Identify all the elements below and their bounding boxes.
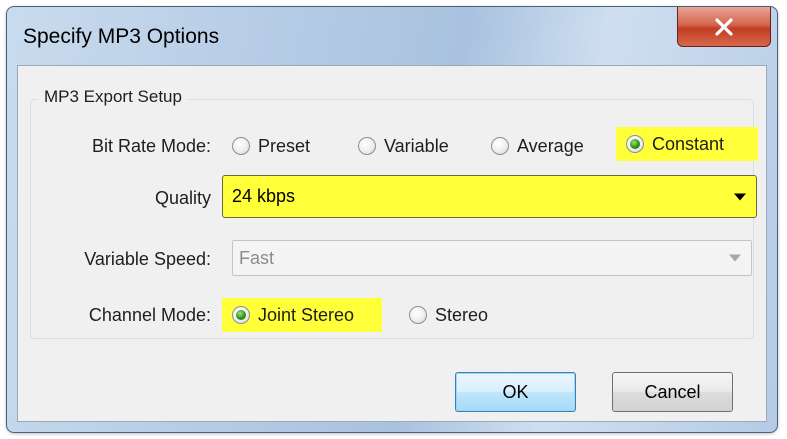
radio-stereo[interactable]: Stereo bbox=[409, 298, 488, 332]
radio-variable-label: Variable bbox=[384, 135, 449, 156]
chevron-down-icon[interactable] bbox=[729, 254, 741, 262]
variable-speed-select[interactable]: Fast bbox=[232, 240, 752, 276]
dialog-title: Specify MP3 Options bbox=[23, 25, 220, 48]
group-title: MP3 Export Setup bbox=[38, 87, 188, 107]
dialog-body: MP3 Export Setup Bit Rate Mode: Preset V… bbox=[17, 65, 767, 422]
close-button[interactable] bbox=[677, 7, 771, 47]
radio-joint-stereo[interactable]: Joint Stereo bbox=[222, 298, 382, 332]
chevron-down-icon[interactable] bbox=[734, 193, 746, 200]
channel-mode-label: Channel Mode: bbox=[88, 305, 211, 325]
radio-joint-stereo-circle[interactable] bbox=[232, 306, 250, 324]
radio-constant[interactable]: Constant bbox=[616, 127, 758, 161]
radio-joint-stereo-label: Joint Stereo bbox=[258, 304, 355, 325]
radio-variable-circle[interactable] bbox=[358, 137, 376, 155]
radio-stereo-circle[interactable] bbox=[409, 306, 427, 324]
radio-constant-label: Constant bbox=[652, 133, 725, 154]
radio-stereo-label: Stereo bbox=[435, 304, 489, 325]
quality-value: 24 kbps bbox=[232, 186, 296, 206]
radio-variable[interactable]: Variable bbox=[358, 129, 449, 163]
mp3-options-dialog: Specify MP3 Options MP3 Export Setup Bit… bbox=[6, 6, 778, 433]
variable-speed-label: Variable Speed: bbox=[84, 249, 211, 269]
radio-preset-label: Preset bbox=[258, 135, 311, 156]
radio-selected-dot bbox=[236, 310, 246, 320]
ok-button[interactable]: OK bbox=[455, 372, 576, 412]
radio-preset-circle[interactable] bbox=[232, 137, 250, 155]
quality-select[interactable]: 24 kbps bbox=[222, 175, 757, 218]
radio-constant-circle[interactable] bbox=[626, 135, 644, 153]
radio-average-circle[interactable] bbox=[491, 137, 509, 155]
close-x-icon bbox=[715, 17, 733, 36]
radio-selected-dot bbox=[630, 139, 640, 149]
quality-label: Quality bbox=[154, 188, 211, 208]
radio-preset[interactable]: Preset bbox=[232, 129, 310, 163]
radio-average-label: Average bbox=[517, 135, 584, 156]
variable-speed-value: Fast bbox=[239, 247, 275, 268]
title-bar[interactable]: Specify MP3 Options bbox=[7, 7, 777, 65]
bit-rate-mode-label: Bit Rate Mode: bbox=[91, 136, 211, 156]
radio-average[interactable]: Average bbox=[491, 129, 584, 163]
cancel-button[interactable]: Cancel bbox=[612, 372, 733, 412]
